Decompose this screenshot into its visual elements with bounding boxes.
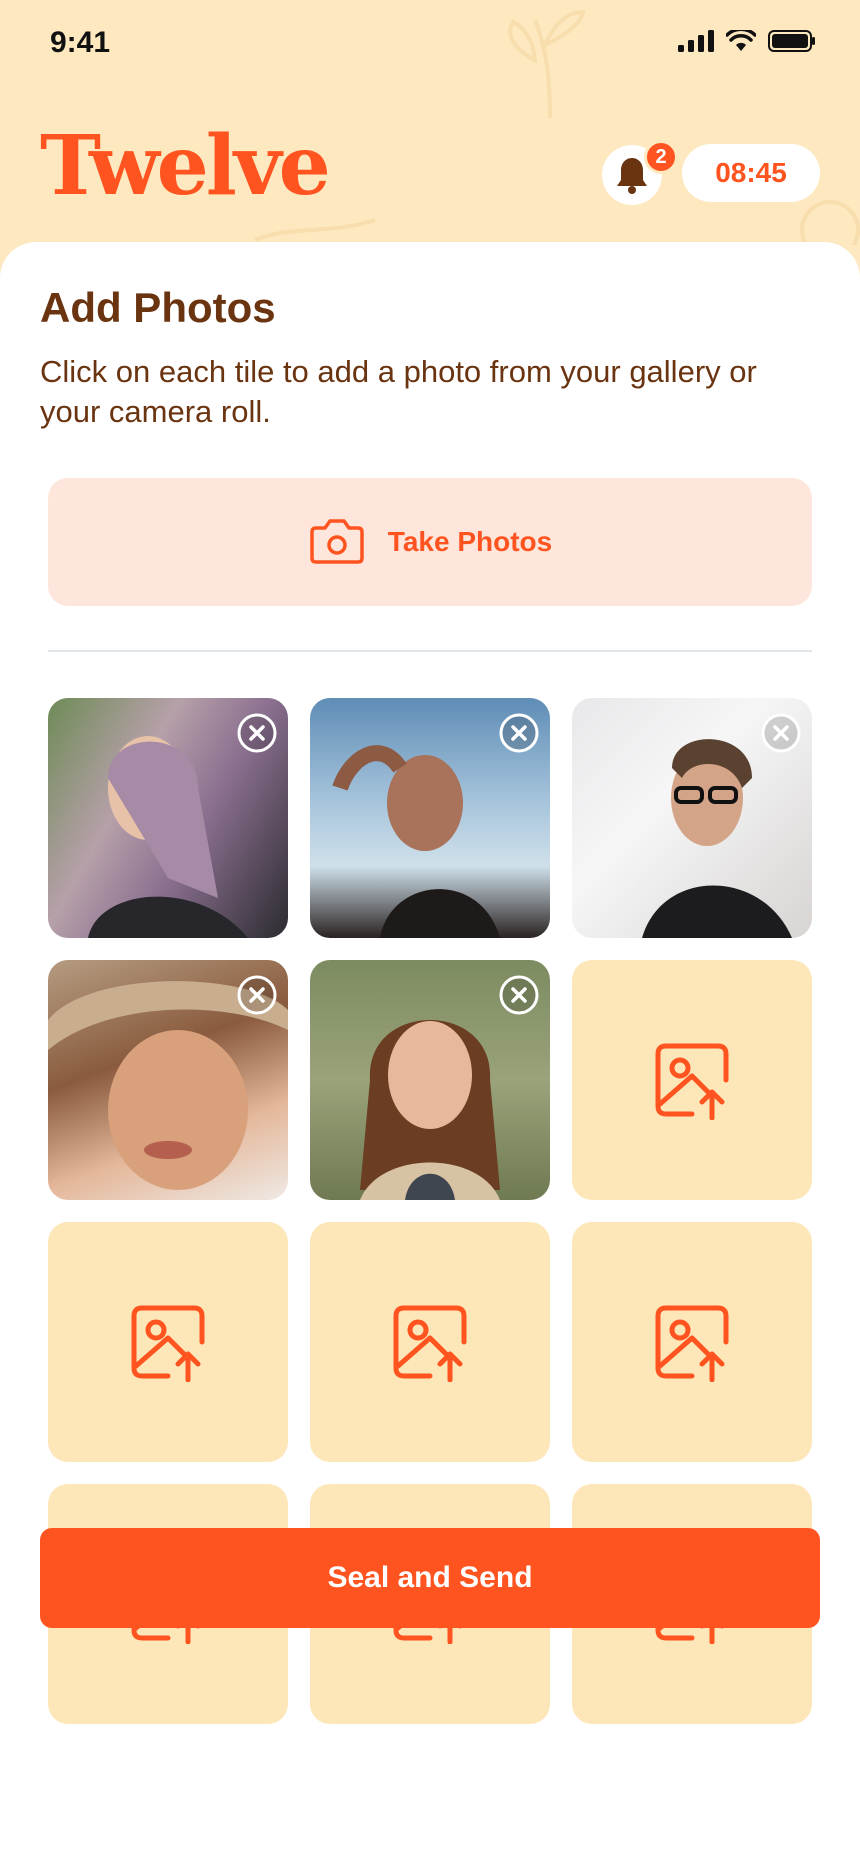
remove-photo-button[interactable]	[760, 712, 802, 754]
remove-photo-button[interactable]	[236, 974, 278, 1016]
take-photos-button[interactable]: Take Photos	[48, 478, 812, 606]
remove-photo-button[interactable]	[236, 712, 278, 754]
remove-photo-button[interactable]	[498, 974, 540, 1016]
photo-tile-empty[interactable]	[572, 1222, 812, 1462]
brand-logo: Twelve	[40, 118, 331, 214]
photo-tile-filled[interactable]	[48, 960, 288, 1200]
page-title: Add Photos	[40, 284, 276, 331]
remove-photo-button[interactable]	[498, 712, 540, 754]
photo-tile-filled[interactable]	[310, 698, 550, 938]
battery-icon	[768, 30, 815, 52]
photo-tile-filled[interactable]	[310, 960, 550, 1200]
countdown-timer: 08:45	[682, 144, 820, 202]
photo-tile-filled[interactable]	[48, 698, 288, 938]
photo-tile-empty[interactable]	[572, 960, 812, 1200]
signal-icon	[678, 30, 714, 52]
photo-tile-empty[interactable]	[310, 1222, 550, 1462]
status-time: 9:41	[50, 26, 111, 59]
status-bar: 9:41	[0, 0, 860, 119]
wifi-icon	[726, 30, 756, 51]
image-upload-icon	[655, 1043, 729, 1120]
divider	[48, 650, 812, 652]
photo-tile-filled[interactable]	[572, 698, 812, 938]
take-photos-label: Take Photos	[387, 526, 553, 557]
camera-icon	[310, 519, 364, 564]
photo-tile-empty[interactable]	[48, 1222, 288, 1462]
brush-decoration	[254, 218, 376, 242]
leaf-decoration	[508, 9, 586, 119]
image-upload-icon	[131, 1305, 205, 1382]
page-subtitle: Click on each tile to add a photo from y…	[40, 354, 757, 429]
image-upload-icon	[655, 1305, 729, 1382]
bloom-decoration	[800, 200, 860, 245]
notification-count-badge: 2	[644, 140, 678, 174]
seal-and-send-button[interactable]: Seal and Send	[40, 1528, 820, 1628]
image-upload-icon	[393, 1305, 467, 1382]
